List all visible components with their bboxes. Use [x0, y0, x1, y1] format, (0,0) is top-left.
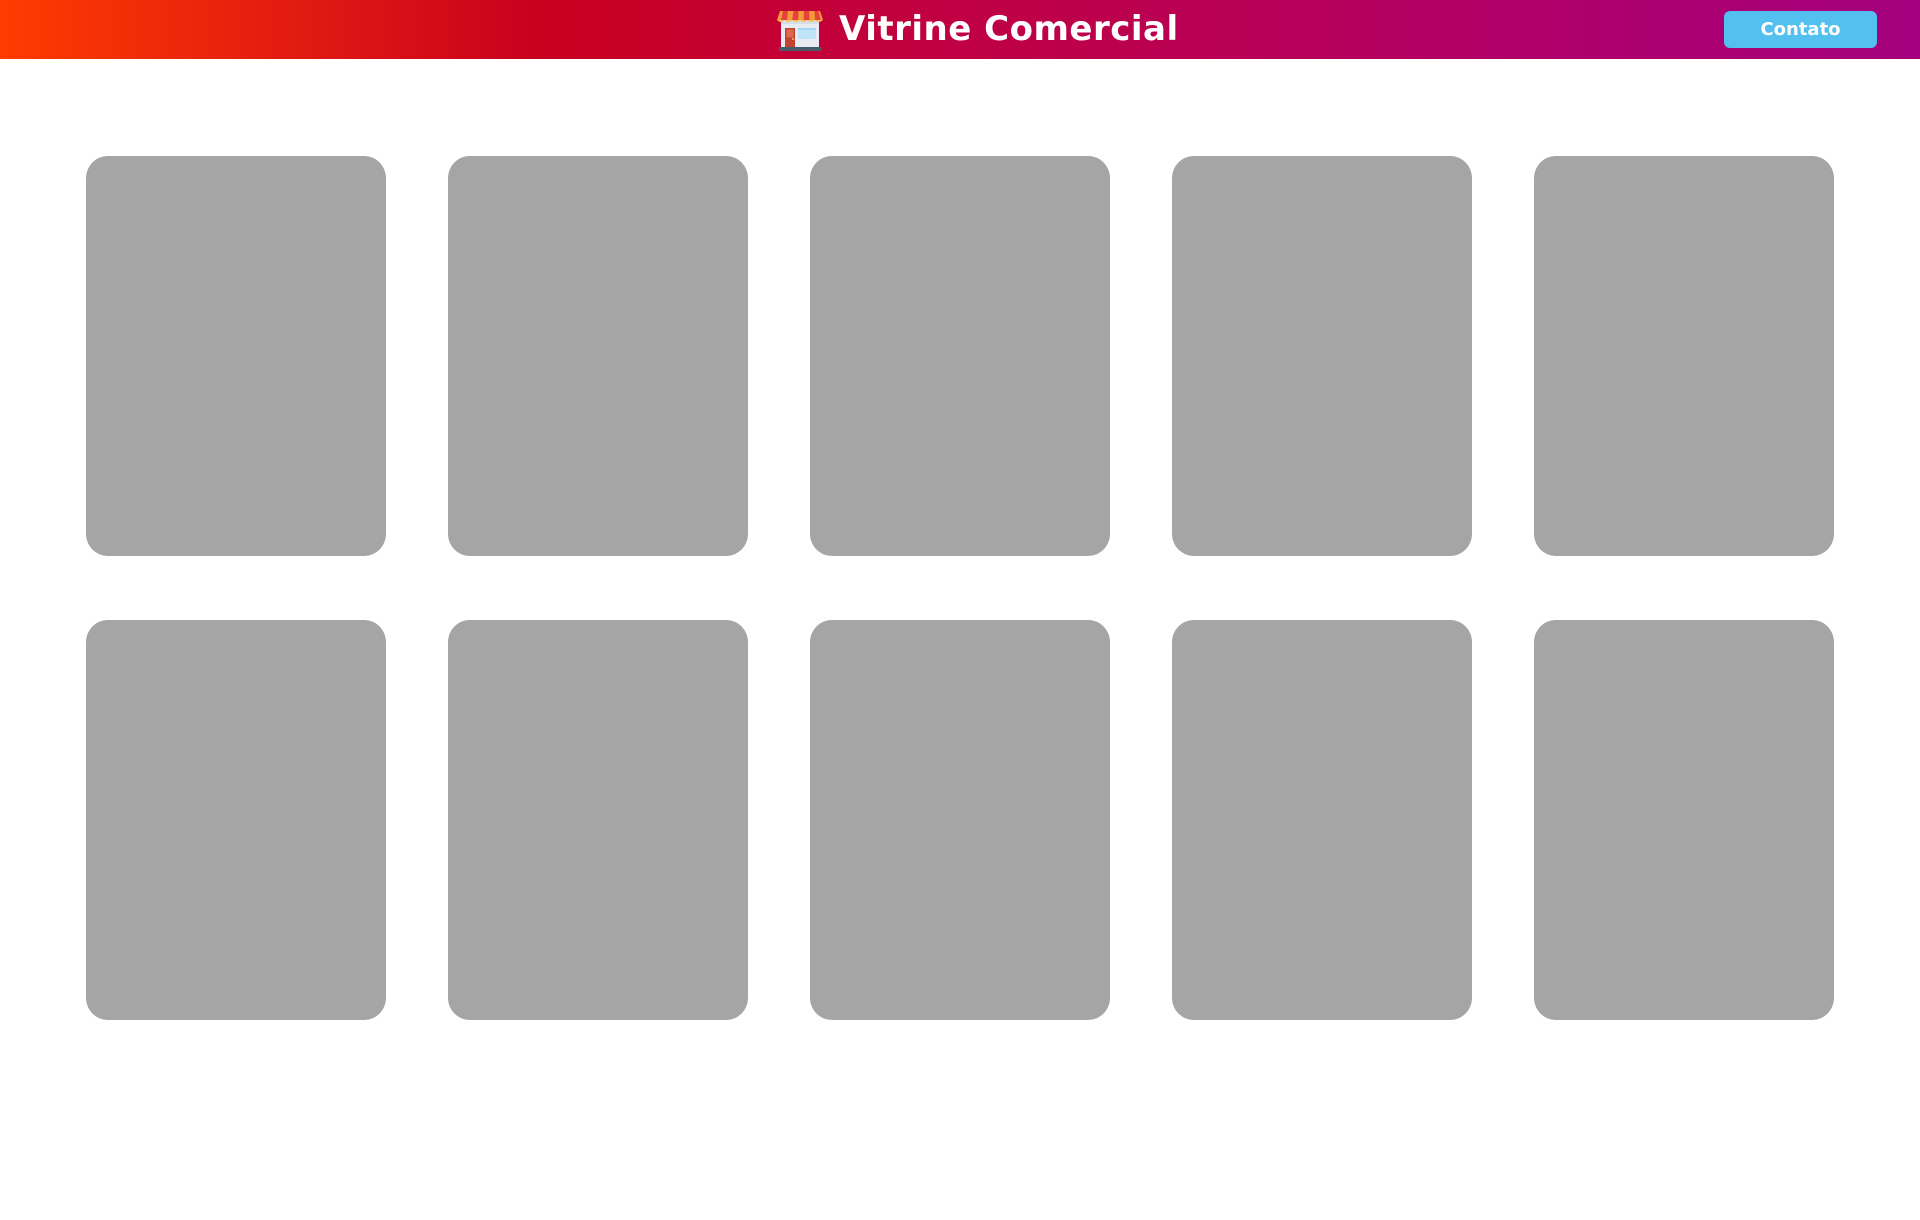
product-card-placeholder[interactable]	[1172, 156, 1472, 556]
store-icon	[777, 11, 823, 51]
top-header: Vitrine Comercial Contato	[0, 0, 1920, 59]
product-card-placeholder[interactable]	[810, 620, 1110, 1020]
site-title: Vitrine Comercial	[839, 9, 1179, 49]
product-card-placeholder[interactable]	[448, 156, 748, 556]
product-card-placeholder[interactable]	[1534, 156, 1834, 556]
contact-button[interactable]: Contato	[1724, 11, 1877, 48]
product-card-placeholder[interactable]	[86, 156, 386, 556]
product-card-placeholder[interactable]	[1534, 620, 1834, 1020]
product-card-placeholder[interactable]	[448, 620, 748, 1020]
brand[interactable]: Vitrine Comercial	[777, 6, 1179, 52]
product-grid	[86, 156, 1836, 1020]
product-card-placeholder[interactable]	[1172, 620, 1472, 1020]
product-card-placeholder[interactable]	[86, 620, 386, 1020]
product-card-placeholder[interactable]	[810, 156, 1110, 556]
